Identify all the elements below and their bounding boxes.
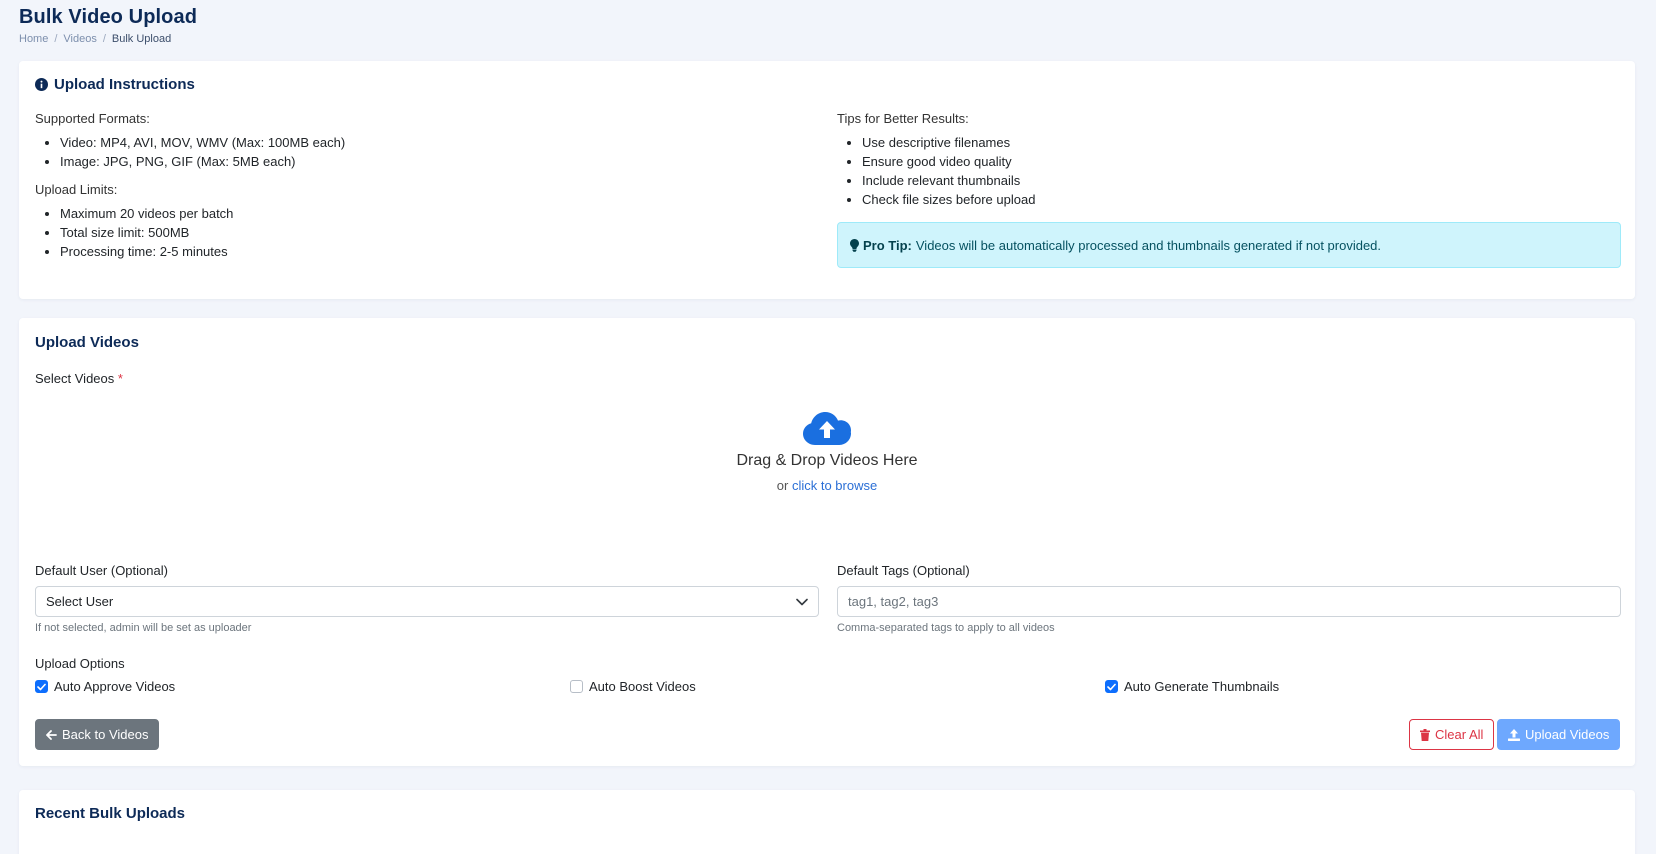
list-item: Check file sizes before upload <box>862 190 1621 209</box>
instructions-title: Upload Instructions <box>54 76 195 93</box>
recent-uploads-title: Recent Bulk Uploads <box>35 805 186 822</box>
required-indicator: * <box>117 371 123 386</box>
upload-videos-button[interactable]: Upload Videos <box>1497 719 1621 750</box>
default-user-help: If not selected, admin will be set as up… <box>35 622 252 634</box>
select-videos-label-text: Select Videos <box>35 371 115 386</box>
default-tags-help: Comma-separated tags to apply to all vid… <box>837 622 1055 634</box>
auto-approve-checkbox[interactable] <box>35 680 48 693</box>
auto-approve-option[interactable]: Auto Approve Videos <box>35 679 175 694</box>
dropzone-subtitle: or click to browse <box>35 478 1619 493</box>
clear-all-button[interactable]: Clear All <box>1409 719 1495 750</box>
upload-instructions-card: Upload Instructions Supported Formats: V… <box>19 61 1635 299</box>
list-item: Include relevant thumbnails <box>862 171 1621 190</box>
list-item: Use descriptive filenames <box>862 133 1621 152</box>
breadcrumb-separator: / <box>54 33 58 45</box>
pro-tip-label: Pro Tip: <box>863 237 912 253</box>
arrow-left-icon <box>46 729 57 740</box>
chevron-down-icon <box>796 598 808 605</box>
list-item: Video: MP4, AVI, MOV, WMV (Max: 100MB ea… <box>60 133 815 152</box>
recent-uploads-card: Recent Bulk Uploads <box>19 790 1635 854</box>
video-dropzone[interactable]: Drag & Drop Videos Here or click to brow… <box>35 396 1619 536</box>
list-item: Ensure good video quality <box>862 152 1621 171</box>
dropzone-title: Drag & Drop Videos Here <box>736 452 918 469</box>
dropzone-or: or <box>776 478 789 493</box>
upload-icon <box>1508 728 1520 741</box>
upload-options-label: Upload Options <box>35 656 125 671</box>
auto-boost-option[interactable]: Auto Boost Videos <box>570 679 696 694</box>
limits-list: Maximum 20 videos per batch Total size l… <box>35 204 815 261</box>
limits-label: Upload Limits: <box>35 182 118 197</box>
pro-tip-alert: Pro Tip: Videos will be automatically pr… <box>837 222 1621 268</box>
trash-icon <box>1420 728 1430 741</box>
select-videos-label: Select Videos * <box>35 371 123 386</box>
page-header: Bulk Video Upload Home / Videos / Bulk U… <box>19 6 197 45</box>
list-item: Processing time: 2-5 minutes <box>60 242 815 261</box>
tips-list: Use descriptive filenames Ensure good vi… <box>837 133 1621 209</box>
default-user-label: Default User (Optional) <box>35 563 168 578</box>
breadcrumb-videos[interactable]: Videos <box>63 33 96 45</box>
instructions-left-column: Supported Formats: Video: MP4, AVI, MOV,… <box>35 111 815 272</box>
breadcrumb-current: Bulk Upload <box>111 33 172 45</box>
check-icon <box>1107 683 1116 690</box>
pro-tip-text: Videos will be automatically processed a… <box>915 237 1382 253</box>
upload-videos-label: Upload Videos <box>1525 727 1610 742</box>
auto-approve-label: Auto Approve Videos <box>54 679 176 694</box>
back-to-videos-button[interactable]: Back to Videos <box>35 719 160 750</box>
tips-label: Tips for Better Results: <box>837 111 969 126</box>
auto-thumbnails-label: Auto Generate Thumbnails <box>1124 679 1280 694</box>
default-tags-field: Default Tags (Optional) tag1, tag2, tag3… <box>837 563 1621 634</box>
formats-list: Video: MP4, AVI, MOV, WMV (Max: 100MB ea… <box>35 133 815 171</box>
browse-link[interactable]: click to browse <box>792 478 877 493</box>
breadcrumb-separator: / <box>102 33 106 45</box>
breadcrumb-home[interactable]: Home <box>19 33 48 45</box>
instructions-heading: Upload Instructions <box>35 76 195 93</box>
cloud-upload-icon <box>803 412 851 445</box>
list-item: Maximum 20 videos per batch <box>60 204 815 223</box>
breadcrumb: Home / Videos / Bulk Upload <box>19 33 197 45</box>
upload-videos-title: Upload Videos <box>35 334 139 351</box>
lightbulb-icon <box>850 238 859 252</box>
instructions-right-column: Tips for Better Results: Use descriptive… <box>837 111 1621 268</box>
auto-thumbnails-checkbox[interactable] <box>1105 680 1118 693</box>
auto-boost-label: Auto Boost Videos <box>589 679 696 694</box>
default-tags-input[interactable]: tag1, tag2, tag3 <box>837 586 1621 617</box>
list-item: Total size limit: 500MB <box>60 223 815 242</box>
auto-thumbnails-option[interactable]: Auto Generate Thumbnails <box>1105 679 1279 694</box>
info-circle-icon <box>35 78 48 91</box>
default-user-field: Default User (Optional) Select User If n… <box>35 563 819 634</box>
default-tags-label: Default Tags (Optional) <box>837 563 970 578</box>
check-icon <box>37 683 46 690</box>
formats-label: Supported Formats: <box>35 111 150 126</box>
page-title: Bulk Video Upload <box>19 6 198 28</box>
list-item: Image: JPG, PNG, GIF (Max: 5MB each) <box>60 152 815 171</box>
default-user-value: Select User <box>46 594 114 609</box>
upload-videos-card: Upload Videos Select Videos * Drag & Dro… <box>19 318 1635 766</box>
back-to-videos-label: Back to Videos <box>62 727 149 742</box>
auto-boost-checkbox[interactable] <box>570 680 583 693</box>
default-user-select[interactable]: Select User <box>35 586 819 617</box>
clear-all-label: Clear All <box>1435 727 1484 742</box>
